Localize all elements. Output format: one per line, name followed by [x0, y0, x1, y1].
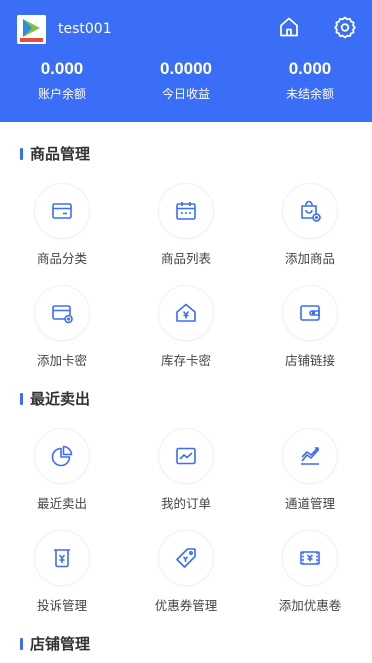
- grid-item-label: 最近卖出: [36, 496, 87, 511]
- category-icon: [34, 183, 90, 239]
- grid-item-label: 商品分类: [36, 251, 87, 266]
- grid-item-complaint[interactable]: 投诉管理: [0, 530, 124, 614]
- grid-item-goods-list[interactable]: 商品列表: [124, 183, 248, 267]
- list-icon: [158, 183, 214, 239]
- stat-value: 0.0000: [160, 59, 212, 78]
- section-title-sales: 最近卖出: [20, 390, 90, 408]
- stat-account-balance[interactable]: 0.000 账户余额: [0, 58, 124, 102]
- coupon-tag-icon: [158, 530, 214, 586]
- pie-chart-icon: [34, 428, 90, 484]
- stat-label: 未结余额: [285, 87, 334, 101]
- stock-icon: [158, 285, 214, 341]
- grid-item-stock[interactable]: 库存卡密: [124, 285, 248, 369]
- add-coupon-icon: [282, 530, 338, 586]
- grid-item-label: 库存卡密: [160, 353, 211, 368]
- grid-item-label: 我的订单: [160, 496, 211, 511]
- avatar[interactable]: [17, 15, 46, 44]
- complaint-icon: [34, 530, 90, 586]
- header: test001 0.000 账户余额 0.0000 今日收益 0.000 未结余…: [0, 0, 372, 122]
- grid-item-label: 商品列表: [160, 251, 211, 266]
- grid-item-label: 添加商品: [284, 251, 335, 266]
- grid-item-label: 添加优惠卷: [278, 598, 342, 613]
- order-chart-icon: [158, 428, 214, 484]
- grid-item-label: 店铺链接: [284, 353, 335, 368]
- stat-today-income[interactable]: 0.0000 今日收益: [124, 58, 248, 102]
- section-title-goods: 商品管理: [20, 145, 90, 163]
- channel-icon: [282, 428, 338, 484]
- grid-item-my-orders[interactable]: 我的订单: [124, 428, 248, 512]
- grid-item-label: 投诉管理: [36, 598, 87, 613]
- grid-item-recent-sales[interactable]: 最近卖出: [0, 428, 124, 512]
- add-goods-icon: [282, 183, 338, 239]
- grid-item-add-card[interactable]: 添加卡密: [0, 285, 124, 369]
- username: test001: [58, 21, 112, 37]
- stat-label: 今日收益: [161, 87, 210, 101]
- stat-unsettled-balance[interactable]: 0.000 未结余额: [248, 58, 372, 102]
- stat-value: 0.000: [40, 59, 84, 78]
- grid-item-add-coupon[interactable]: 添加优惠卷: [248, 530, 372, 614]
- stat-label: 账户余额: [37, 87, 86, 101]
- grid-item-label: 通道管理: [284, 496, 335, 511]
- link-icon: [282, 285, 338, 341]
- home-icon[interactable]: [277, 15, 301, 39]
- grid-item-add-goods[interactable]: 添加商品: [248, 183, 372, 267]
- grid-item-category[interactable]: 商品分类: [0, 183, 124, 267]
- section-title-shop: 店铺管理: [20, 635, 90, 653]
- gear-icon[interactable]: [333, 15, 357, 39]
- grid-item-shop-link[interactable]: 店铺链接: [248, 285, 372, 369]
- stats-bar: 0.000 账户余额 0.0000 今日收益 0.000 未结余额: [0, 58, 372, 102]
- add-card-icon: [34, 285, 90, 341]
- grid-item-channel[interactable]: 通道管理: [248, 428, 372, 512]
- stat-value: 0.000: [288, 59, 332, 78]
- grid-item-label: 添加卡密: [36, 353, 87, 368]
- grid-item-coupon-manage[interactable]: 优惠券管理: [124, 530, 248, 614]
- grid-item-label: 优惠券管理: [154, 598, 218, 613]
